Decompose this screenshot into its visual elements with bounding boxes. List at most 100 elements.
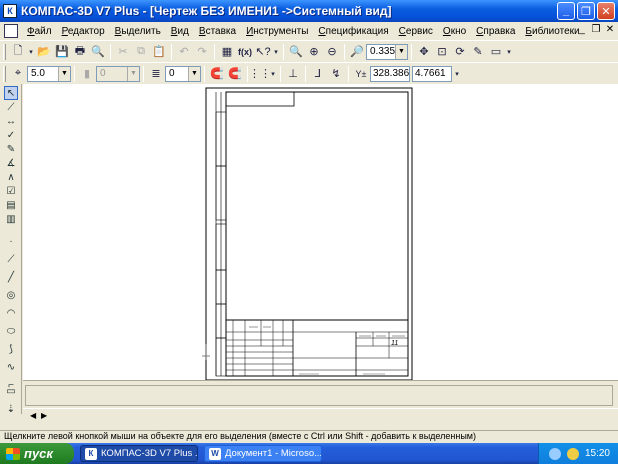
- restore-button[interactable]: ❐: [577, 2, 595, 20]
- grid-icon[interactable]: ⋮⋮: [249, 65, 271, 83]
- geometry-icon[interactable]: ⟋: [4, 100, 18, 114]
- cut-icon[interactable]: ✂: [114, 43, 132, 61]
- spec-icon[interactable]: ▥: [4, 212, 18, 226]
- properties-icon[interactable]: ✎: [469, 43, 487, 61]
- clock[interactable]: 15:20: [585, 448, 610, 459]
- chevron-down-icon[interactable]: ▼: [188, 66, 200, 81]
- mdi-close-icon[interactable]: ✕: [604, 24, 616, 35]
- menu-tools[interactable]: Инструменты: [241, 26, 313, 37]
- select-pointer-icon[interactable]: ↖: [4, 86, 18, 100]
- print-icon[interactable]: 🖶: [71, 43, 89, 61]
- title-bar[interactable]: К КОМПАС-3D V7 Plus - [Чертеж БЕЗ ИМЕНИ1…: [0, 0, 618, 22]
- dimensions-icon[interactable]: ↔: [4, 114, 18, 128]
- minimize-button[interactable]: _: [557, 2, 575, 20]
- edit-icon[interactable]: ✎: [4, 142, 18, 156]
- scroll-down-icon[interactable]: ⇣: [4, 402, 18, 416]
- segment-icon[interactable]: ╱: [4, 270, 18, 284]
- round-icon[interactable]: ↯: [327, 65, 345, 83]
- zoom-out-icon[interactable]: ⊖: [323, 43, 341, 61]
- snap-magnet-icon[interactable]: 🧲: [226, 65, 244, 83]
- coord-x-field[interactable]: 328.386: [370, 65, 410, 82]
- menu-file[interactable]: Файл: [22, 26, 57, 37]
- symbols-icon[interactable]: ✓: [4, 128, 18, 142]
- bezier-icon[interactable]: ∿: [4, 360, 18, 374]
- print-preview-icon[interactable]: 🔍: [89, 43, 107, 61]
- step-combo[interactable]: 5.0 ▼: [27, 65, 71, 82]
- view-icon[interactable]: ▮: [78, 65, 96, 83]
- grid-dropdown-icon[interactable]: ▾: [269, 65, 277, 83]
- copy-icon[interactable]: ⧉: [132, 43, 150, 61]
- polyline-icon[interactable]: ⟆: [4, 342, 18, 356]
- drawing-canvas[interactable]: 11: [23, 84, 618, 380]
- paste-icon[interactable]: 📋: [150, 43, 168, 61]
- toolbar-grip[interactable]: [3, 65, 6, 82]
- menu-service[interactable]: Сервис: [394, 26, 438, 37]
- pan-icon[interactable]: ✥: [415, 43, 433, 61]
- layers-icon[interactable]: ≣: [147, 65, 165, 83]
- show-all-icon[interactable]: ⊡: [433, 43, 451, 61]
- zoom-in-icon[interactable]: ⊕: [305, 43, 323, 61]
- tray-app-icon[interactable]: [566, 447, 579, 460]
- system-tray: 15:20: [538, 443, 618, 464]
- circle-icon[interactable]: ◎: [4, 288, 18, 302]
- ortho-icon[interactable]: ⅃: [309, 65, 327, 83]
- menu-specification[interactable]: Спецификация: [313, 26, 393, 37]
- menu-select[interactable]: Выделить: [110, 26, 166, 37]
- close-button[interactable]: ✕: [597, 2, 615, 20]
- chevron-down-icon[interactable]: ▼: [58, 66, 70, 81]
- mdi-minimize-icon[interactable]: _: [576, 24, 588, 35]
- layer-combo[interactable]: 0 ▼: [165, 65, 201, 82]
- cursor-step-icon[interactable]: ⌖: [9, 65, 27, 83]
- menu-help[interactable]: Справка: [471, 26, 520, 37]
- local-cs-icon[interactable]: ⊥: [284, 65, 302, 83]
- start-button[interactable]: пуск: [0, 443, 74, 464]
- horizontal-scroll[interactable]: ◀ ▶: [23, 408, 618, 422]
- context-help-icon[interactable]: ↖?: [254, 43, 272, 61]
- taskbar-item-kompas[interactable]: К КОМПАС-3D V7 Plus ...: [80, 445, 198, 462]
- auxiliary-line-icon[interactable]: ⟋: [4, 252, 18, 266]
- zoom-scale-icon[interactable]: 🔎: [348, 43, 366, 61]
- snap-icon[interactable]: 🧲: [208, 65, 226, 83]
- new-dropdown-icon[interactable]: ▾: [27, 43, 35, 61]
- menu-libraries[interactable]: Библиотеки: [520, 26, 584, 37]
- coord-y-field[interactable]: 4.7661: [412, 65, 452, 82]
- manager-icon[interactable]: ▦: [218, 43, 236, 61]
- open-folder-icon[interactable]: 📂: [35, 43, 53, 61]
- point-icon[interactable]: ·: [4, 234, 18, 248]
- taskbar-item-word[interactable]: W Документ1 - Microso...: [204, 445, 322, 462]
- undo-icon[interactable]: ↶: [175, 43, 193, 61]
- measure-icon[interactable]: ∧: [4, 170, 18, 184]
- scroll-left-icon[interactable]: ◀: [30, 411, 36, 420]
- menu-window[interactable]: Окно: [438, 26, 471, 37]
- zoom-window-icon[interactable]: 🔍: [287, 43, 305, 61]
- refresh-icon[interactable]: ⟳: [451, 43, 469, 61]
- save-icon[interactable]: 💾: [53, 43, 71, 61]
- chevron-down-icon[interactable]: ▼: [395, 44, 407, 59]
- variables-icon[interactable]: f(x): [236, 43, 254, 61]
- menu-editor[interactable]: Редактор: [57, 26, 110, 37]
- property-panel-area[interactable]: [25, 385, 613, 406]
- select-tool-icon[interactable]: ☑: [4, 184, 18, 198]
- parametrization-icon[interactable]: ∡: [4, 156, 18, 170]
- redo-icon[interactable]: ↷: [193, 43, 211, 61]
- coords-dropdown-icon[interactable]: ▾: [452, 65, 462, 83]
- new-document-icon[interactable]: 🗋: [9, 43, 27, 61]
- mdi-restore-icon[interactable]: ❐: [590, 24, 602, 35]
- monitor-icon[interactable]: ▭: [487, 43, 505, 61]
- toolbar-grip[interactable]: [3, 43, 6, 60]
- chevron-down-icon[interactable]: ▼: [127, 66, 139, 81]
- zoom-combo[interactable]: 0.3354 ▼: [366, 43, 408, 60]
- monitor-dropdown-icon[interactable]: ▾: [505, 43, 513, 61]
- help-dropdown-icon[interactable]: ▾: [272, 43, 280, 61]
- ellipse-icon[interactable]: ⬭: [4, 324, 18, 338]
- scroll-right-icon[interactable]: ▶: [41, 411, 47, 420]
- kompas-app-icon[interactable]: К: [3, 4, 17, 18]
- view-combo[interactable]: 0 ▼: [96, 65, 140, 82]
- menu-view[interactable]: Вид: [166, 26, 194, 37]
- rectangle-icon[interactable]: ▭: [4, 384, 18, 398]
- tray-network-icon[interactable]: [548, 447, 561, 460]
- arc-icon[interactable]: ◠: [4, 306, 18, 320]
- associative-views-icon[interactable]: ▤: [4, 198, 18, 212]
- document-icon[interactable]: [4, 24, 18, 38]
- menu-insert[interactable]: Вставка: [194, 26, 241, 37]
